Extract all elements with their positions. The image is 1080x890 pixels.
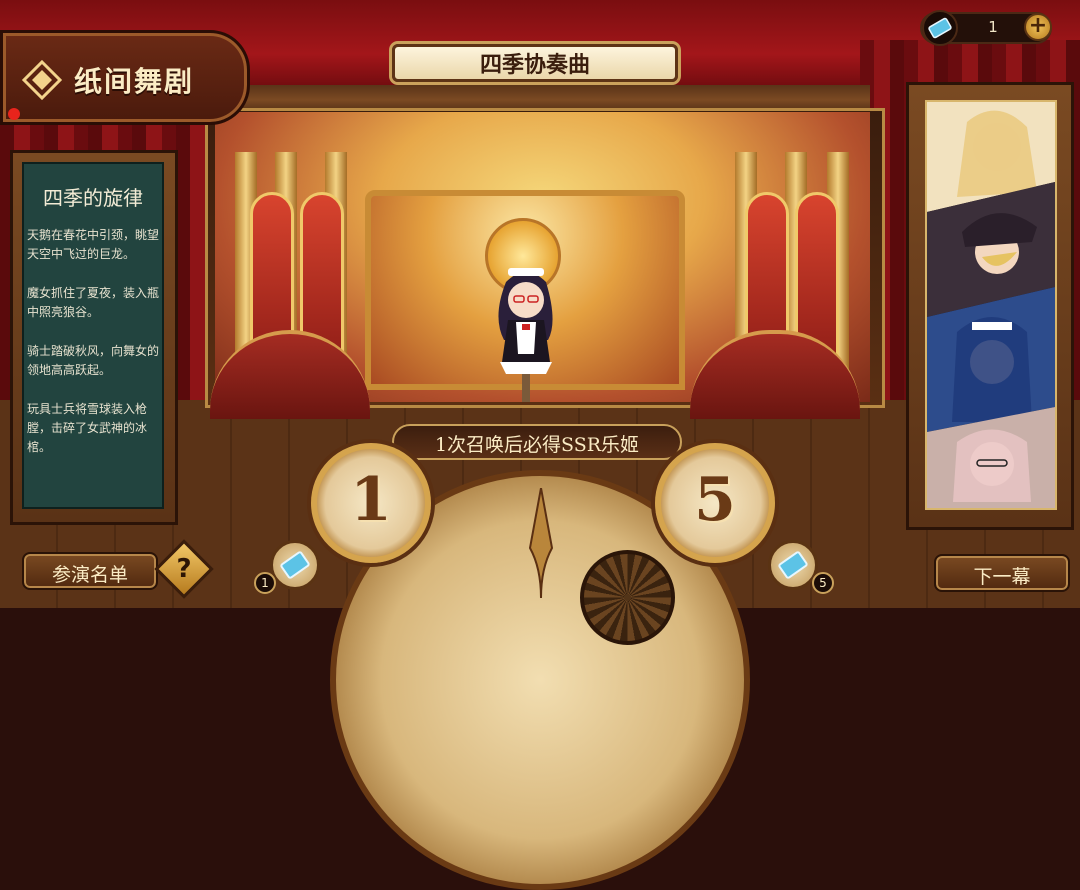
paper-theater-logo-icon: [22, 60, 62, 100]
ticket-count: 1: [988, 18, 998, 36]
add-ticket-button[interactable]: +: [1024, 13, 1052, 41]
story-paragraph: 骑士踏破秋风，向舞女的领地高高跃起。: [27, 344, 160, 377]
cast-list-label: 参演名单: [51, 564, 128, 586]
notification-dot: [8, 108, 20, 120]
dial-needle: [528, 488, 554, 598]
summon-5-cost: 5: [812, 572, 834, 594]
banner-title: 四季协奏曲: [479, 52, 590, 78]
character-portraits: [927, 102, 1055, 508]
gear-icon: [580, 550, 675, 645]
guarantee-text: 1次召唤后必得SSR乐姬: [434, 434, 640, 456]
chibi-maid-character: [498, 268, 553, 402]
summon-1-cost-ticket-icon: [270, 540, 320, 590]
game-title: 纸间舞剧: [74, 65, 195, 98]
story-paragraph: 玩具士兵将雪球装入枪膛，击碎了女武神的冰棺。: [27, 402, 148, 454]
help-icon: ?: [176, 554, 192, 584]
summon-5-label: 5: [694, 465, 736, 535]
ticket-icon: [922, 10, 958, 46]
summon-1-cost: 1: [254, 572, 276, 594]
story-paragraph: 魔女抓住了夏夜，装入瓶中照亮狼谷。: [27, 286, 160, 319]
story-paragraph: 天鹅在春花中引颈，眺望天空中飞过的巨龙。: [27, 228, 160, 261]
featured-characters-panel[interactable]: [925, 100, 1057, 510]
summon-5-cost-ticket-icon: [768, 540, 818, 590]
story-title: 四季的旋律: [43, 186, 143, 210]
summon-1-label: 1: [350, 465, 392, 535]
next-act-label: 下一幕: [973, 566, 1031, 588]
